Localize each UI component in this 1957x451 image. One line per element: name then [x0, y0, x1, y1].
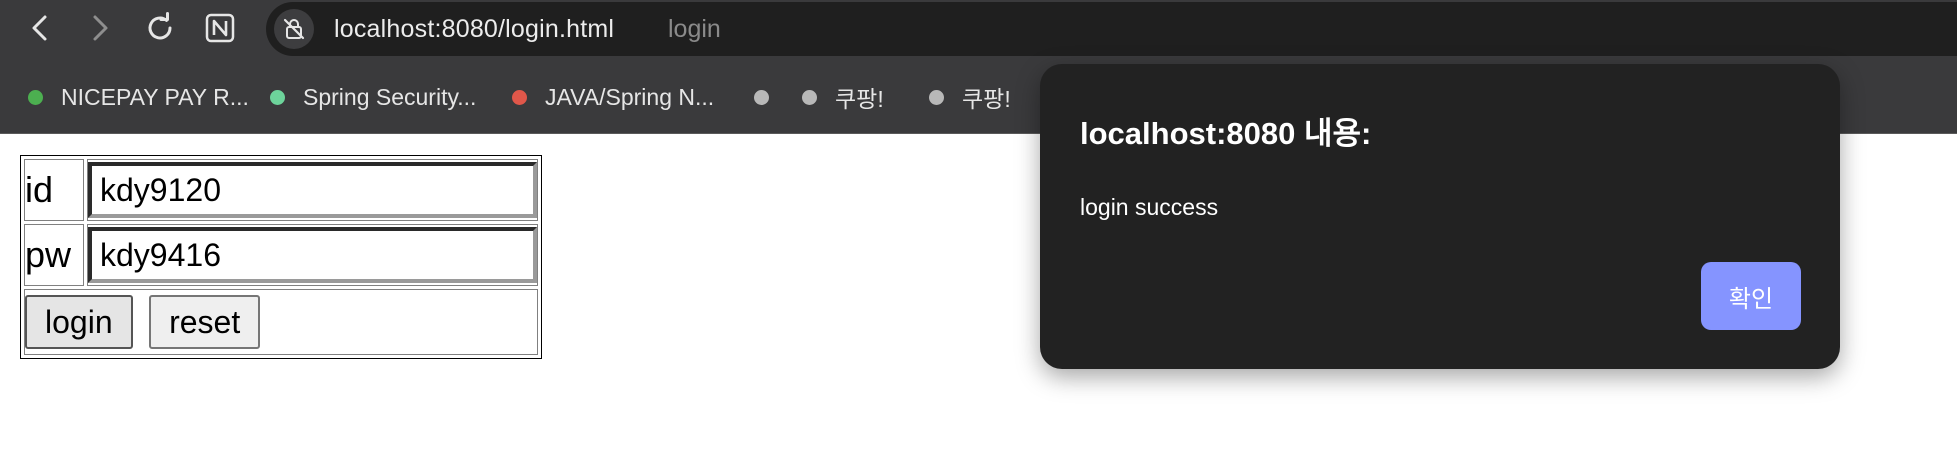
bookmark-coupang-2[interactable]: 쿠팡! — [929, 82, 1011, 112]
bookmark-label: 쿠팡! — [835, 86, 884, 112]
not-secure-lock-icon — [283, 18, 305, 40]
bookmark-java-spring[interactable]: JAVA/Spring N... — [512, 82, 714, 112]
dialog-message: login success — [1080, 194, 1219, 220]
reload-button[interactable] — [140, 8, 180, 48]
bookmark-favicon — [802, 89, 817, 105]
form-buttons-cell: login reset — [24, 289, 538, 355]
back-button[interactable] — [20, 8, 60, 48]
browser-toolbar: localhost:8080/login.html login — [0, 0, 1957, 56]
bookmark-favicon — [929, 89, 944, 105]
bookmark-coupang-1[interactable]: 쿠팡! — [802, 82, 884, 112]
notion-n-icon — [205, 13, 235, 43]
site-info-button[interactable] — [274, 9, 314, 49]
reload-icon — [148, 12, 172, 40]
id-input[interactable] — [88, 162, 537, 218]
bookmark-favicon — [28, 89, 43, 105]
bookmark-favicon — [270, 89, 285, 105]
bookmark-favicon — [754, 89, 769, 105]
dialog-title: localhost:8080 내용: — [1080, 116, 1372, 151]
address-bar[interactable]: localhost:8080/login.html login — [266, 2, 1957, 56]
id-label: id — [24, 159, 84, 221]
bookmark-spring-security[interactable]: Spring Security... — [270, 82, 476, 112]
bookmark-label: Spring Security... — [303, 83, 477, 110]
pw-field-cell — [87, 224, 538, 286]
forward-button[interactable] — [80, 8, 120, 48]
bookmark-untitled[interactable] — [754, 82, 787, 112]
bookmark-favicon — [512, 89, 527, 105]
chevron-right-icon — [93, 15, 108, 41]
extension-button[interactable] — [200, 8, 240, 48]
login-form-table: id pw login reset — [20, 155, 542, 359]
bookmark-label: NICEPAY PAY R... — [61, 83, 249, 110]
bookmark-label: 쿠팡! — [962, 86, 1011, 112]
reset-button[interactable]: reset — [149, 295, 261, 349]
bookmark-label: JAVA/Spring N... — [545, 83, 715, 110]
ok-button[interactable]: 확인 — [1701, 262, 1801, 330]
alert-dialog: localhost:8080 내용: login success 확인 — [1040, 64, 1840, 369]
id-field-cell — [87, 159, 538, 221]
login-button[interactable]: login — [25, 295, 133, 349]
url-text[interactable]: localhost:8080/login.html — [334, 15, 614, 44]
pw-label: pw — [24, 224, 84, 286]
chevron-left-icon — [32, 15, 47, 41]
bookmark-nicepay[interactable]: NICEPAY PAY R... — [28, 82, 249, 112]
url-page-title: login — [668, 15, 721, 43]
pw-input[interactable] — [88, 227, 537, 283]
